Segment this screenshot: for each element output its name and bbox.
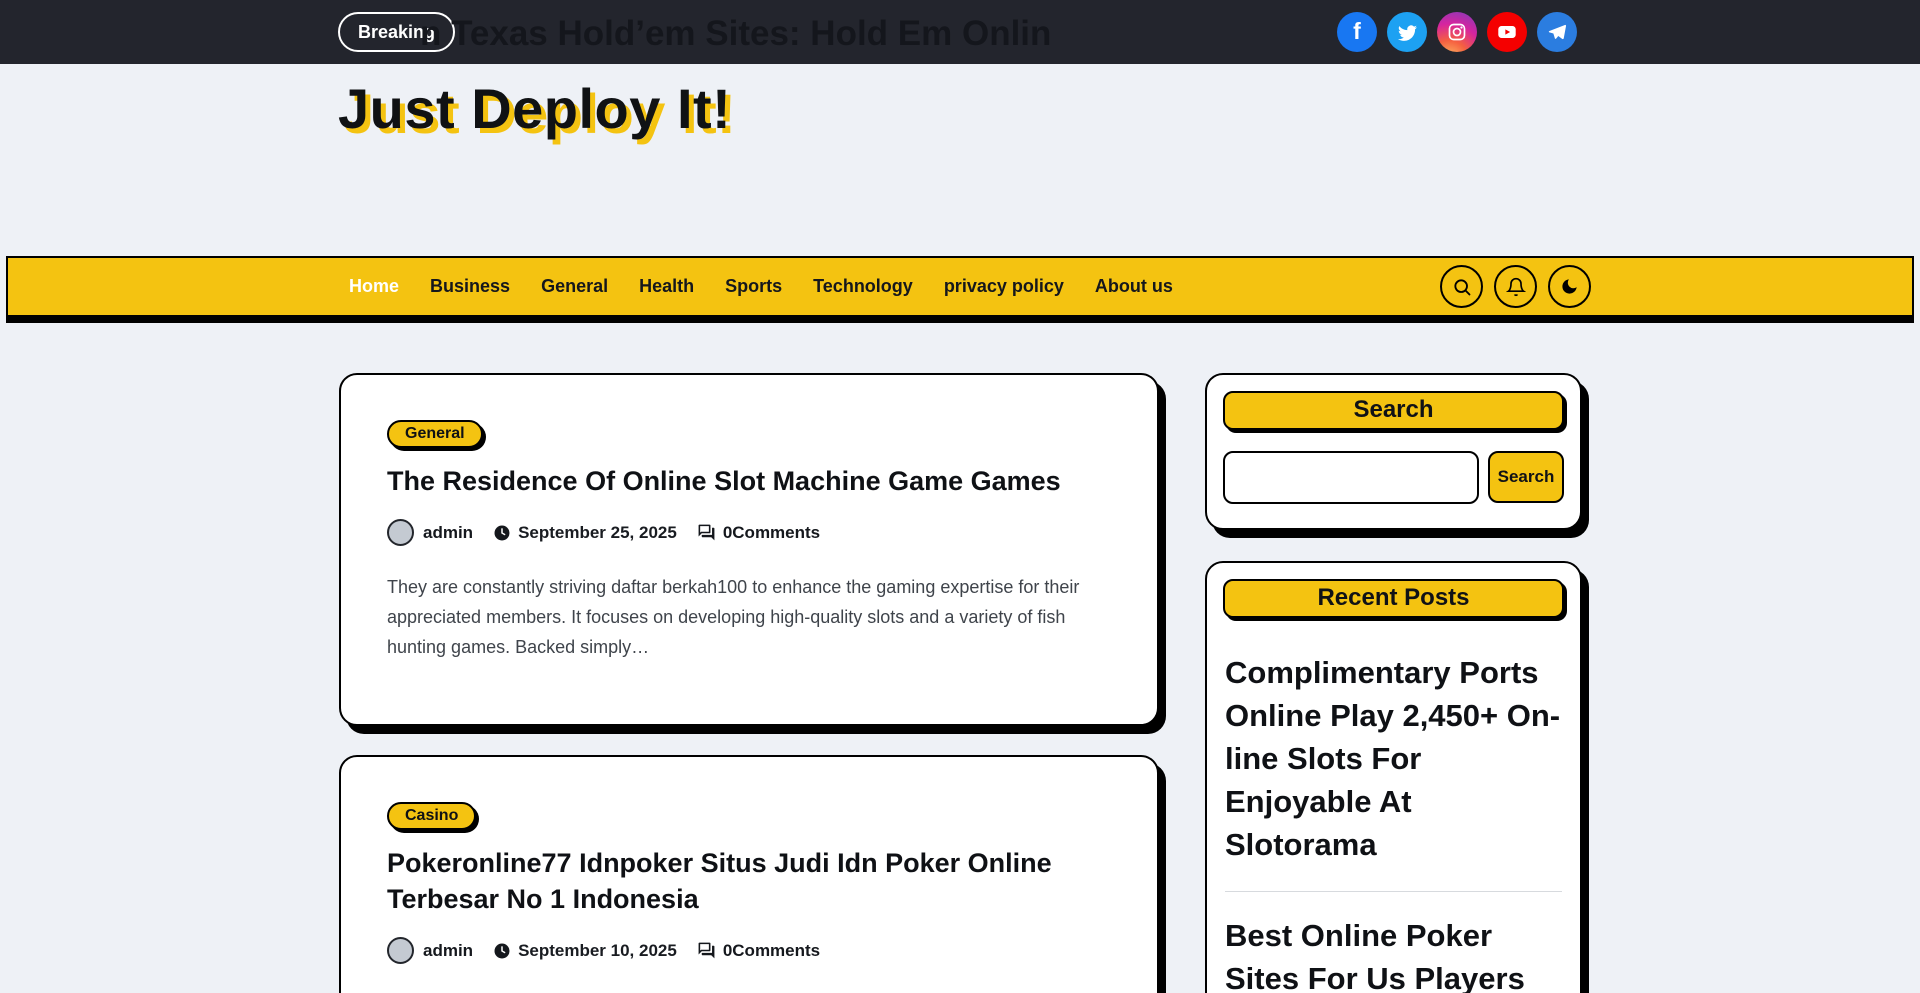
author-link[interactable]: admin <box>423 941 473 961</box>
nav-item-sports[interactable]: Sports <box>725 276 782 297</box>
social-links: f <box>1337 12 1577 52</box>
search-submit-button[interactable]: Search <box>1488 451 1564 503</box>
nav-item-privacy-policy[interactable]: privacy policy <box>944 276 1064 297</box>
post-excerpt: They are constantly striving daftar berk… <box>387 572 1111 662</box>
author-link[interactable]: admin <box>423 523 473 543</box>
nav-item-technology[interactable]: Technology <box>813 276 913 297</box>
post-title[interactable]: Pokeronline77 Idnpoker Situs Judi Idn Po… <box>387 845 1111 917</box>
youtube-icon[interactable] <box>1487 12 1527 52</box>
bell-icon <box>1506 277 1526 297</box>
comments-icon <box>697 941 716 960</box>
search-input[interactable] <box>1223 451 1479 504</box>
post-date: September 10, 2025 <box>518 941 677 961</box>
avatar[interactable] <box>387 519 414 546</box>
nav-item-health[interactable]: Health <box>639 276 694 297</box>
top-bar: Breaking n Texas Hold’em Sites: Hold Em … <box>0 0 1920 64</box>
search-icon <box>1452 277 1472 297</box>
comments-icon <box>697 523 716 542</box>
page: Breaking n Texas Hold’em Sites: Hold Em … <box>0 0 1920 993</box>
category-badge[interactable]: General <box>387 420 483 448</box>
recent-posts-widget: Recent Posts Complimentary Ports Online … <box>1205 561 1582 993</box>
post-date: September 25, 2025 <box>518 523 677 543</box>
recent-posts-title: Recent Posts <box>1223 579 1564 618</box>
recent-post-link[interactable]: Best Online Poker Sites For Us Players <box>1225 914 1562 993</box>
nav-item-about-us[interactable]: About us <box>1095 276 1173 297</box>
post-meta: admin September 10, 2025 0Comments <box>387 937 1111 964</box>
recent-posts-list: Complimentary Ports Online Play 2,450+ O… <box>1223 618 1564 993</box>
instagram-icon[interactable] <box>1437 12 1477 52</box>
nav-item-business[interactable]: Business <box>430 276 510 297</box>
nav-menu: Home Business General Health Sports Tech… <box>349 258 1173 315</box>
nav-item-general[interactable]: General <box>541 276 608 297</box>
post-card: General The Residence Of Online Slot Mac… <box>339 373 1159 726</box>
search-toggle-button[interactable] <box>1440 265 1483 308</box>
divider <box>1225 891 1562 892</box>
search-widget-title: Search <box>1223 391 1564 430</box>
post-card: Casino Pokeronline77 Idnpoker Situs Judi… <box>339 755 1159 993</box>
facebook-icon[interactable]: f <box>1337 12 1377 52</box>
main-nav: Home Business General Health Sports Tech… <box>6 256 1914 317</box>
clock-icon <box>493 942 511 960</box>
twitter-icon[interactable] <box>1387 12 1427 52</box>
nav-item-home[interactable]: Home <box>349 276 399 297</box>
recent-post-link[interactable]: Complimentary Ports Online Play 2,450+ O… <box>1225 651 1562 866</box>
notifications-button[interactable] <box>1494 265 1537 308</box>
nav-actions <box>1440 265 1591 308</box>
post-meta: admin September 25, 2025 0Comments <box>387 519 1111 546</box>
breaking-ticker-link[interactable]: n Texas Hold’em Sites: Hold Em Onlin <box>420 0 1080 64</box>
telegram-icon[interactable] <box>1537 12 1577 52</box>
dark-mode-toggle[interactable] <box>1548 265 1591 308</box>
comments-link[interactable]: 0Comments <box>723 523 820 543</box>
post-title[interactable]: The Residence Of Online Slot Machine Gam… <box>387 463 1111 499</box>
category-badge[interactable]: Casino <box>387 802 476 830</box>
comments-link[interactable]: 0Comments <box>723 941 820 961</box>
clock-icon <box>493 524 511 542</box>
avatar[interactable] <box>387 937 414 964</box>
moon-icon <box>1560 277 1579 296</box>
search-widget: Search Search <box>1205 373 1582 530</box>
site-title[interactable]: Just Deploy It! <box>338 72 758 146</box>
